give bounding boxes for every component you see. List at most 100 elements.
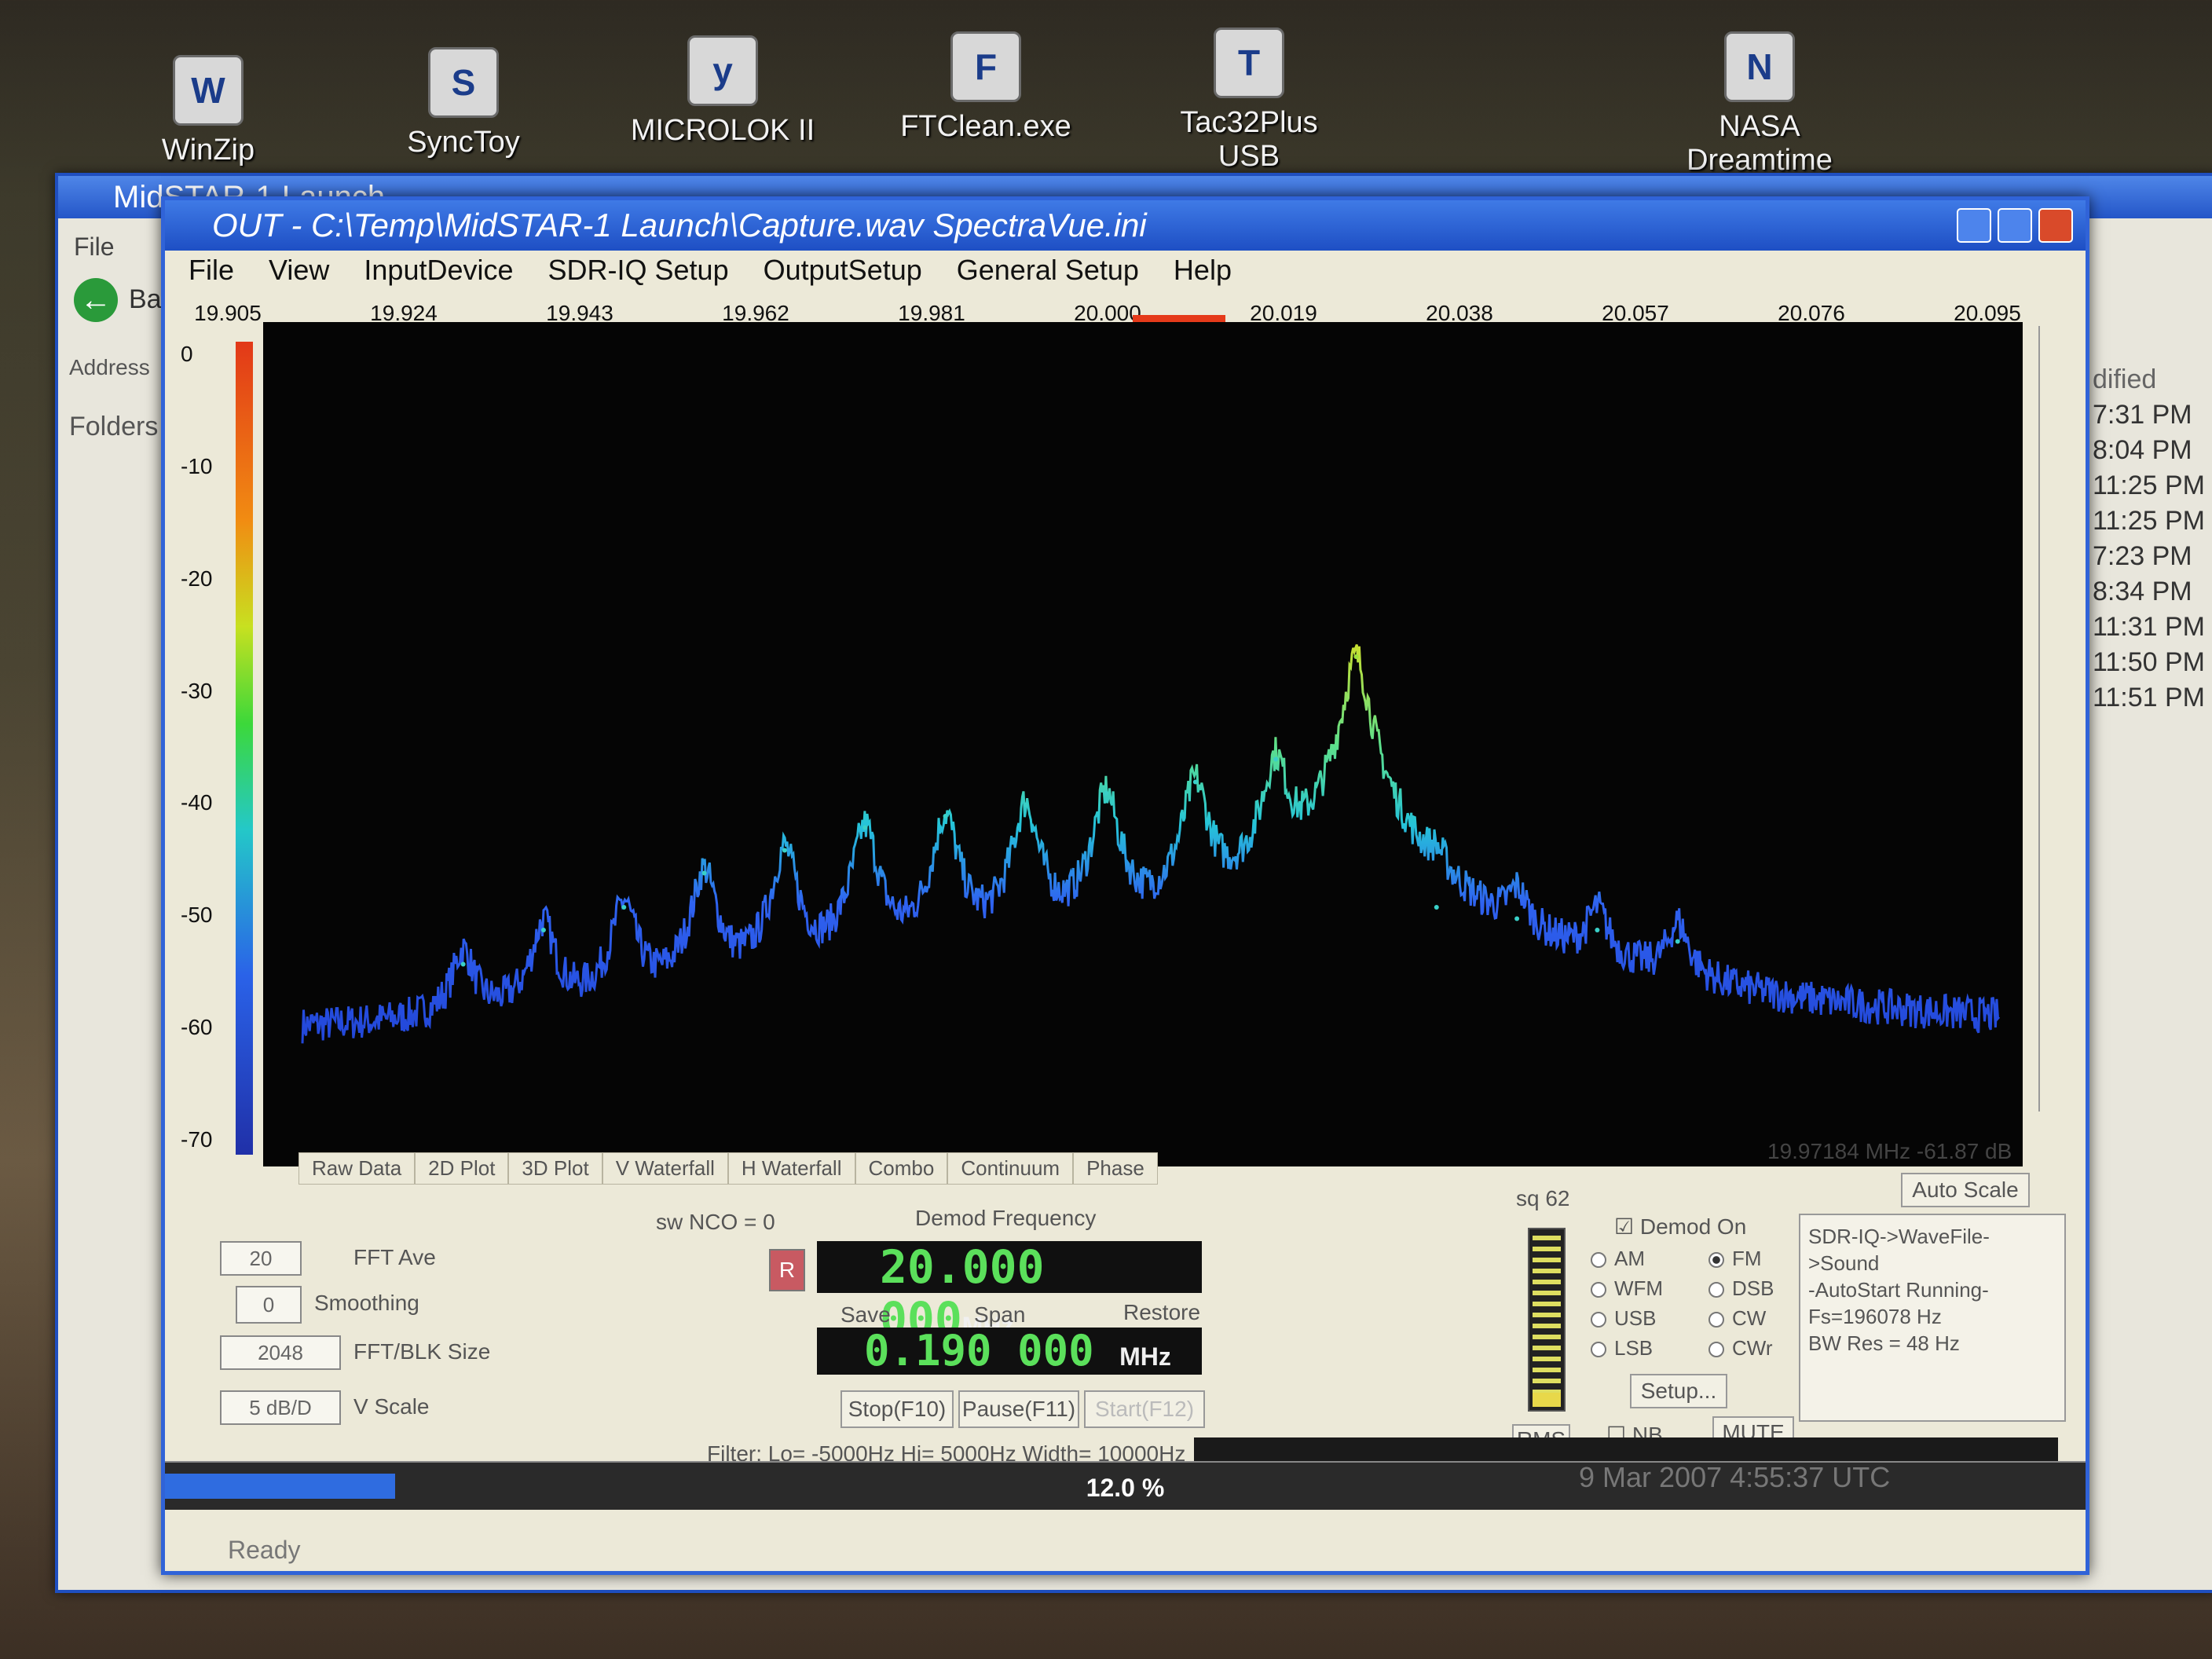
menu-view[interactable]: View	[269, 254, 329, 287]
db-tick-label: -60	[181, 1015, 213, 1040]
span-label: Span	[974, 1302, 1026, 1327]
mode-usb-radio[interactable]: USB	[1591, 1306, 1656, 1331]
span-display[interactable]: 0.190 000 MHz	[817, 1328, 1202, 1375]
spectrum-peak	[1434, 905, 1439, 910]
mode-cw-radio[interactable]: CW	[1708, 1306, 1766, 1331]
menu-output-setup[interactable]: OutputSetup	[764, 254, 922, 287]
center-frequency-display[interactable]: 20.000 000MHz	[817, 1241, 1202, 1345]
mode-fm-radio[interactable]: FM	[1708, 1247, 1762, 1271]
modified-cell: 11:51 PM	[2093, 683, 2206, 712]
fft-ave-field[interactable]: 20	[220, 1241, 302, 1276]
spectrum-peak	[1595, 928, 1600, 932]
desktop-icon-label: FTClean.exe	[900, 110, 1071, 143]
demod-on-checkbox[interactable]: ☑ Demod On	[1614, 1214, 1746, 1240]
setup-button[interactable]: Setup...	[1630, 1374, 1727, 1408]
nasa-dreamtime-icon: N	[1724, 31, 1795, 102]
save-button[interactable]: Save	[840, 1302, 891, 1328]
back-arrow-icon[interactable]: ←	[74, 278, 118, 322]
modified-cell: 11:50 PM	[2093, 647, 2206, 677]
spectrum-peak	[1104, 791, 1109, 796]
spectrum-peak	[621, 905, 627, 910]
modified-cell: 7:23 PM	[2093, 541, 2192, 571]
db-tick-label: 0	[181, 342, 193, 366]
tab-phase[interactable]: Phase	[1073, 1152, 1158, 1185]
app-title: OUT - C:\Temp\MidSTAR-1 Launch\Capture.w…	[212, 207, 1147, 244]
spectrum-peak	[782, 848, 787, 853]
status-info-box: SDR-IQ->WaveFile->Sound -AutoStart Runni…	[1799, 1214, 2066, 1422]
modified-cell: 8:04 PM	[2093, 435, 2192, 465]
fft-blk-size-select[interactable]: 2048	[220, 1335, 341, 1370]
spectrum-peak	[943, 814, 948, 819]
desktop-icon-nasa-dreamtime[interactable]: N NASA Dreamtime	[1665, 31, 1854, 178]
desktop-icon-ftclean[interactable]: F FTClean.exe	[892, 31, 1080, 144]
db-tick-label: -30	[181, 678, 213, 703]
desktop-icon-tac32plus[interactable]: T Tac32Plus USB	[1155, 27, 1343, 174]
span-value: 0.190 000	[864, 1326, 1094, 1375]
ftclean-icon: F	[950, 31, 1021, 102]
menu-general-setup[interactable]: General Setup	[957, 254, 1139, 287]
mode-dsb-radio[interactable]: DSB	[1708, 1276, 1774, 1301]
tab-3d-plot[interactable]: 3D Plot	[508, 1152, 602, 1185]
tab-combo[interactable]: Combo	[855, 1152, 948, 1185]
tab-2d-plot[interactable]: 2D Plot	[415, 1152, 509, 1185]
desktop-icon-microlok[interactable]: y MICROLOK II	[628, 35, 817, 148]
spectrum-peak	[1514, 916, 1520, 921]
app-title-bar[interactable]: OUT - C:\Temp\MidSTAR-1 Launch\Capture.w…	[165, 200, 2086, 251]
spectrum-peak	[460, 961, 466, 967]
menu-file[interactable]: File	[189, 254, 234, 287]
squelch-label: sq 62	[1516, 1186, 1570, 1210]
desktop-icon-synctoy[interactable]: S SyncToy	[369, 47, 558, 159]
tab-raw-data[interactable]: Raw Data	[298, 1152, 416, 1185]
spectrum-peak	[701, 870, 707, 876]
modified-header[interactable]: dified	[2093, 364, 2212, 400]
amplitude-color-bar	[236, 342, 253, 1155]
tab-continuum[interactable]: Continuum	[947, 1152, 1074, 1185]
db-tick-label: -20	[181, 566, 213, 591]
signal-level-meter	[1528, 1228, 1566, 1412]
tab-h-waterfall[interactable]: H Waterfall	[727, 1152, 855, 1185]
address-label: Address	[69, 355, 150, 379]
spectrum-svg	[301, 644, 2001, 1044]
auto-scale-button[interactable]: Auto Scale	[1901, 1173, 2030, 1207]
maximize-icon[interactable]	[1998, 208, 2032, 243]
spectrum-plot[interactable]	[263, 322, 2023, 1166]
menu-help[interactable]: Help	[1174, 254, 1232, 287]
desktop-icon-label: NASA Dreamtime	[1686, 110, 1833, 177]
restore-button[interactable]: Restore	[1123, 1300, 1200, 1325]
spectrum-peak	[862, 825, 868, 830]
mode-lsb-radio[interactable]: LSB	[1591, 1336, 1653, 1361]
smoothing-stepper[interactable]: 0	[236, 1286, 302, 1324]
spectrum-peak	[1675, 939, 1680, 944]
menu-sdr-iq-setup[interactable]: SDR-IQ Setup	[548, 254, 729, 287]
utc-datetime: 9 Mar 2007 4:55:37 UTC	[1579, 1461, 1891, 1493]
info-line: BW Res = 48 Hz	[1808, 1331, 1960, 1355]
vertical-scrollbar[interactable]	[2038, 326, 2071, 1111]
back-button-label[interactable]: Ba	[129, 284, 162, 315]
folders-button[interactable]: Folders	[69, 412, 158, 442]
cursor-readout: 19.97184 MHz -61.87 dB	[1767, 1139, 2012, 1163]
mode-am-radio[interactable]: AM	[1591, 1247, 1645, 1271]
modified-cell: 11:31 PM	[2093, 612, 2206, 642]
spectrum-peak	[540, 928, 546, 932]
winzip-icon: W	[173, 55, 244, 126]
demod-on-label: Demod On	[1639, 1214, 1747, 1239]
v-scale-select[interactable]: 5 dB/D	[220, 1390, 341, 1425]
pause-button[interactable]: Pause(F11)	[958, 1390, 1079, 1428]
tab-v-waterfall[interactable]: V Waterfall	[602, 1152, 728, 1185]
desktop-icon-winzip[interactable]: W WinZip	[114, 55, 302, 167]
close-icon[interactable]	[2038, 208, 2073, 243]
modified-cell: 8:34 PM	[2093, 577, 2192, 606]
stop-button[interactable]: Stop(F10)	[840, 1390, 954, 1428]
start-button[interactable]: Start(F12)	[1084, 1390, 1205, 1428]
frequency-tick-label: 19.905	[194, 301, 262, 325]
r-button[interactable]: R	[769, 1249, 805, 1291]
info-line: SDR-IQ->WaveFile->Sound	[1808, 1225, 1990, 1275]
menu-input-device[interactable]: InputDevice	[364, 254, 513, 287]
explorer-menu-file[interactable]: File	[74, 233, 115, 262]
mode-wfm-radio[interactable]: WFM	[1591, 1276, 1663, 1301]
spectrum-trace	[301, 644, 2001, 1044]
demod-frequency-label: Demod Frequency	[915, 1206, 1097, 1230]
modified-cell: 7:31 PM	[2093, 400, 2192, 430]
minimize-icon[interactable]	[1957, 208, 1991, 243]
mode-cwr-radio[interactable]: CWr	[1708, 1336, 1773, 1361]
